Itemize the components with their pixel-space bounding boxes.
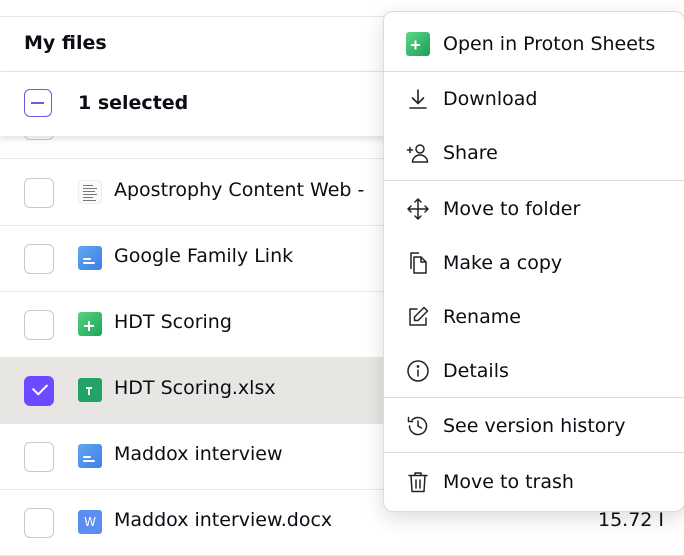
word-file-icon: W [78, 510, 102, 534]
row-checkbox[interactable] [24, 442, 54, 472]
menu-item-make-a-copy[interactable]: Make a copy [384, 235, 684, 289]
page-title: My files [24, 32, 107, 54]
menu-item-details[interactable]: Details [384, 343, 684, 397]
menu-item-move-to-folder[interactable]: Move to folder [384, 181, 684, 235]
move-icon [407, 198, 429, 220]
document-thumbnail-icon [78, 180, 102, 204]
trash-icon [408, 472, 428, 493]
menu-item-move-to-trash[interactable]: Move to trash [384, 454, 684, 508]
pencil-icon [409, 306, 429, 326]
menu-item-label: Make a copy [443, 252, 563, 274]
download-icon [409, 89, 427, 109]
row-checkbox[interactable] [24, 244, 54, 274]
file-name[interactable]: Maddox interview.docx [114, 509, 332, 531]
share-user-icon [406, 144, 429, 163]
proton-doc-icon [78, 246, 102, 270]
menu-divider [384, 452, 684, 453]
menu-item-download[interactable]: Download [384, 71, 684, 125]
file-name[interactable]: Apostrophy Content Web - [114, 179, 364, 201]
select-all-checkbox[interactable] [24, 89, 52, 117]
menu-item-label: Share [443, 142, 498, 164]
row-checkbox-checked[interactable] [24, 376, 54, 406]
row-checkbox[interactable] [24, 508, 54, 538]
menu-item-label: Download [443, 88, 538, 110]
menu-item-label: Move to folder [443, 198, 581, 220]
info-icon [407, 360, 429, 382]
file-name[interactable]: Maddox interview [114, 443, 283, 465]
menu-item-label: Details [443, 360, 509, 382]
menu-item-label: Move to trash [443, 471, 574, 493]
menu-item-share[interactable]: Share [384, 125, 684, 179]
row-checkbox[interactable] [24, 178, 54, 208]
menu-item-label: Open in Proton Sheets [443, 33, 656, 55]
xlsx-file-icon [78, 378, 102, 402]
menu-item-label: See version history [443, 415, 626, 437]
history-icon [407, 416, 428, 436]
menu-item-open-in-proton-sheets[interactable]: Open in Proton Sheets [384, 16, 684, 70]
menu-item-label: Rename [443, 306, 521, 328]
row-checkbox[interactable] [24, 310, 54, 340]
menu-item-rename[interactable]: Rename [384, 289, 684, 343]
file-size: 15.72 I [598, 509, 665, 531]
selection-count: 1 selected [78, 92, 189, 114]
proton-sheets-icon [406, 32, 430, 56]
file-name[interactable]: Google Family Link [114, 245, 293, 267]
proton-doc-icon [78, 444, 102, 468]
proton-sheet-icon [78, 312, 102, 336]
file-name[interactable]: HDT Scoring.xlsx [114, 377, 276, 399]
copy-icon [410, 252, 427, 274]
file-name[interactable]: HDT Scoring [114, 311, 232, 333]
context-menu: Open in Proton Sheets Download Share Mov… [383, 11, 684, 512]
menu-item-see-version-history[interactable]: See version history [384, 398, 684, 452]
